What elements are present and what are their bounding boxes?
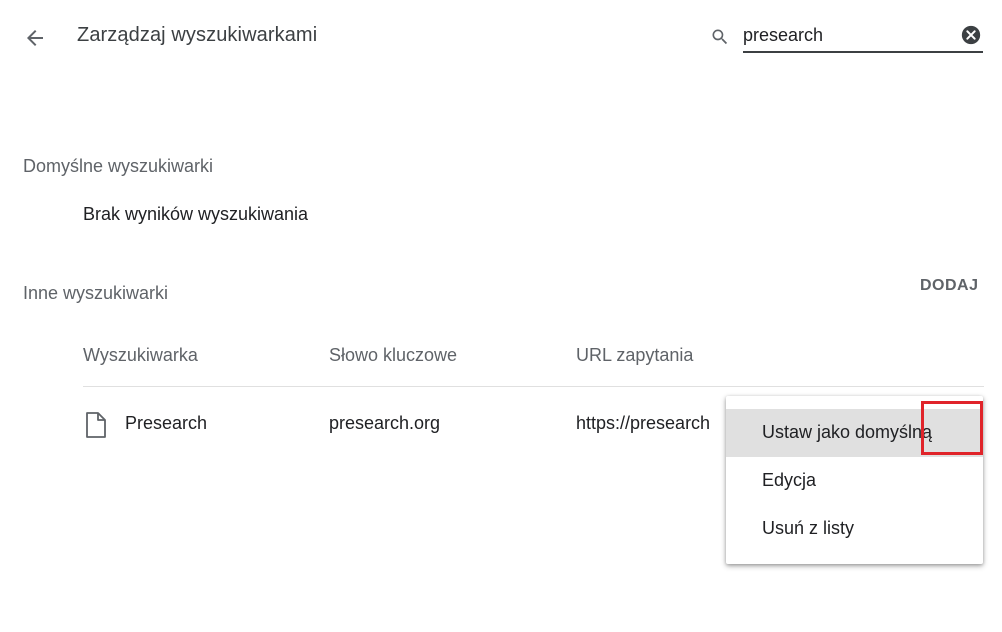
back-arrow-icon bbox=[27, 30, 43, 46]
no-results-text: Brak wyników wyszukiwania bbox=[83, 204, 309, 224]
menu-item-label: Usuń z listy bbox=[762, 518, 855, 538]
column-header-engine: Wyszukiwarka bbox=[83, 345, 198, 365]
default-engines-heading: Domyślne wyszukiwarki bbox=[23, 156, 214, 176]
menu-item-edit[interactable]: Edycja bbox=[726, 457, 983, 505]
back-button[interactable] bbox=[20, 24, 50, 52]
menu-item-label: Ustaw jako domyślną bbox=[762, 422, 933, 442]
add-button[interactable]: DODAJ bbox=[920, 277, 979, 295]
page-title: Zarządzaj wyszukiwarkami bbox=[77, 24, 318, 46]
engine-name: Presearch bbox=[125, 413, 208, 433]
search-input[interactable] bbox=[743, 20, 983, 53]
search-icon bbox=[712, 29, 728, 45]
search-box bbox=[706, 20, 984, 56]
engine-keyword: presearch.org bbox=[329, 413, 441, 433]
document-icon bbox=[86, 412, 106, 438]
highlight-box bbox=[921, 401, 983, 455]
engine-url: https://presearch bbox=[576, 413, 711, 433]
menu-item-remove[interactable]: Usuń z listy bbox=[726, 505, 983, 553]
table-divider bbox=[83, 386, 984, 387]
column-header-keyword: Słowo kluczowe bbox=[329, 345, 458, 365]
search-engines-page: Zarządzaj wyszukiwarkami Domyślne wyszuk… bbox=[0, 0, 1002, 632]
other-engines-heading: Inne wyszukiwarki bbox=[23, 283, 169, 303]
menu-item-label: Edycja bbox=[762, 470, 817, 490]
column-header-url: URL zapytania bbox=[576, 345, 694, 365]
clear-icon[interactable] bbox=[960, 24, 982, 46]
